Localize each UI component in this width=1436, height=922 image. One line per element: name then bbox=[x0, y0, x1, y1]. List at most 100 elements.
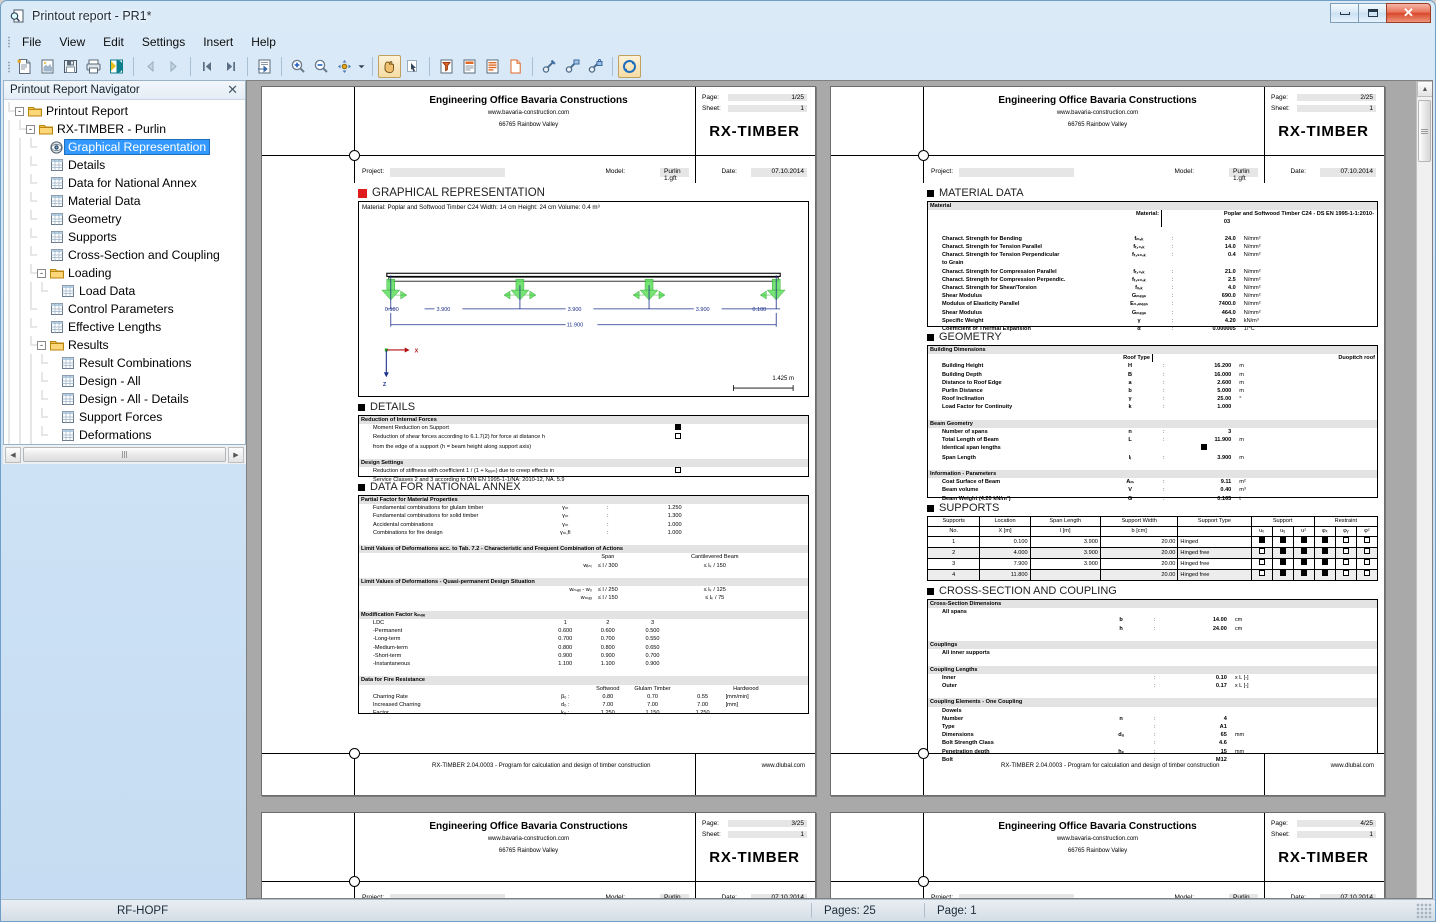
annex-table-wrap[interactable]: Partial Factor for Material Properties Fu… bbox=[358, 495, 809, 716]
checkbox-unchecked-icon[interactable] bbox=[674, 433, 681, 440]
refresh-icon[interactable] bbox=[618, 55, 641, 78]
tree-item-graphical-representation[interactable]: Graphical Representation bbox=[4, 138, 245, 156]
checkbox-checked-icon[interactable] bbox=[1279, 559, 1286, 565]
save-report-icon[interactable] bbox=[59, 55, 82, 78]
checkbox-checked-icon[interactable] bbox=[1300, 570, 1307, 576]
crosssection-table-wrap[interactable]: Cross-Section Dimensions All spans b: 14.00… bbox=[927, 599, 1378, 763]
hand-tool-icon[interactable] bbox=[378, 55, 401, 78]
checkbox-unchecked-icon[interactable] bbox=[1363, 559, 1370, 565]
checkbox-unchecked-icon[interactable] bbox=[1342, 570, 1349, 576]
tree-item-effective-lengths[interactable]: Effective Lengths bbox=[4, 318, 245, 336]
blank-page-icon[interactable] bbox=[504, 55, 527, 78]
print-icon[interactable] bbox=[82, 55, 105, 78]
checkbox-unchecked-icon[interactable] bbox=[1342, 559, 1349, 565]
menu-settings[interactable]: Settings bbox=[133, 32, 194, 52]
scroll-left-button[interactable]: ◀ bbox=[5, 446, 21, 463]
checkbox-checked-icon[interactable] bbox=[1300, 559, 1307, 565]
tree-item-deformations[interactable]: Deformations bbox=[4, 426, 245, 444]
document-viewport[interactable]: Engineering Office Bavaria Constructions… bbox=[246, 80, 1433, 899]
report-page-1[interactable]: Engineering Office Bavaria Constructions… bbox=[261, 86, 816, 796]
open-report-icon[interactable] bbox=[36, 55, 59, 78]
tree-item-design-all[interactable]: Design - All bbox=[4, 372, 245, 390]
tree-item-material-data[interactable]: Material Data bbox=[4, 192, 245, 210]
menu-insert[interactable]: Insert bbox=[194, 32, 242, 52]
tree-item-data-for-national-annex[interactable]: Data for National Annex bbox=[4, 174, 245, 192]
tree-item-supports[interactable]: Supports bbox=[4, 228, 245, 246]
tree-expander[interactable]: - bbox=[15, 106, 24, 116]
tree-item-result-combinations[interactable]: Result Combinations bbox=[4, 354, 245, 372]
checkbox-checked-icon[interactable] bbox=[1258, 537, 1265, 543]
tree-expander[interactable]: - bbox=[37, 340, 46, 350]
checkbox-checked-icon[interactable] bbox=[1279, 537, 1286, 543]
tree-item-loading[interactable]: - Loading bbox=[4, 264, 245, 282]
checkbox-unchecked-icon[interactable] bbox=[1363, 570, 1370, 576]
tree-expander[interactable]: - bbox=[37, 268, 46, 278]
support-row[interactable]: 3 7.900 3.900 20.00 Hinged free bbox=[926, 558, 1379, 570]
print-preview-icon[interactable] bbox=[105, 55, 128, 78]
checkbox-unchecked-icon[interactable] bbox=[1363, 537, 1370, 543]
first-page-icon[interactable] bbox=[196, 55, 219, 78]
previous-icon[interactable] bbox=[139, 55, 162, 78]
new-report-icon[interactable] bbox=[13, 55, 36, 78]
checkbox-unchecked-icon[interactable] bbox=[1342, 537, 1349, 543]
checkbox-unchecked-icon[interactable] bbox=[1363, 548, 1370, 554]
checkbox-unchecked-icon[interactable] bbox=[674, 467, 681, 474]
tree-item-printout-report[interactable]: - Printout Report bbox=[4, 102, 245, 120]
link-add-icon[interactable] bbox=[561, 55, 584, 78]
page-setup-icon[interactable] bbox=[458, 55, 481, 78]
scroll-up-button[interactable]: ▲ bbox=[1417, 81, 1432, 97]
support-row[interactable]: 2 4.000 3.900 20.00 Hinged free bbox=[926, 547, 1379, 559]
details-table-wrap[interactable]: Reduction of Internal Forces Moment Reduc… bbox=[358, 415, 809, 483]
checkbox-checked-icon[interactable] bbox=[1201, 444, 1208, 451]
checkbox-checked-icon[interactable] bbox=[1321, 570, 1328, 576]
close-button[interactable]: ✕ bbox=[1386, 3, 1431, 23]
menu-view[interactable]: View bbox=[50, 32, 94, 52]
checkbox-checked-icon[interactable] bbox=[1279, 548, 1286, 554]
support-row[interactable]: 1 0.100 3.900 20.00 Hinged bbox=[926, 536, 1379, 548]
menu-edit[interactable]: Edit bbox=[94, 32, 133, 52]
document-vscrollbar[interactable]: ▲ bbox=[1416, 81, 1432, 898]
supports-table[interactable]: Supports Location Span Length Support Width… bbox=[926, 516, 1379, 581]
export-icon[interactable] bbox=[253, 55, 276, 78]
hscroll-thumb[interactable] bbox=[23, 447, 226, 462]
menu-help[interactable]: Help bbox=[242, 32, 285, 52]
checkbox-checked-icon[interactable] bbox=[674, 424, 681, 431]
tree-item-control-parameters[interactable]: Control Parameters bbox=[4, 300, 245, 318]
checkbox-unchecked-icon[interactable] bbox=[1258, 548, 1265, 554]
checkbox-unchecked-icon[interactable] bbox=[1342, 548, 1349, 554]
select-tool-icon[interactable] bbox=[401, 55, 424, 78]
zoom-in-icon[interactable] bbox=[287, 55, 310, 78]
tree-item-rx-timber-purlin[interactable]: - RX-TIMBER - Purlin bbox=[4, 120, 245, 138]
tree-item-details[interactable]: Details bbox=[4, 156, 245, 174]
tree-item-results[interactable]: - Results bbox=[4, 336, 245, 354]
pan-mode-icon[interactable] bbox=[333, 55, 356, 78]
link-icon[interactable] bbox=[538, 55, 561, 78]
link-lock-icon[interactable] bbox=[584, 55, 607, 78]
checkbox-checked-icon[interactable] bbox=[1321, 537, 1328, 543]
zoom-out-icon[interactable] bbox=[310, 55, 333, 78]
tree-item-support-forces[interactable]: Support Forces bbox=[4, 408, 245, 426]
report-page-2[interactable]: Engineering Office Bavaria Constructions… bbox=[830, 86, 1385, 796]
geometry-table-wrap[interactable]: Building Dimensions Roof Type Duopitch roo… bbox=[927, 345, 1378, 502]
report-tree[interactable]: - Printout Report - RX-TIMBER - Purlin Graph… bbox=[4, 100, 245, 444]
close-icon[interactable]: ✕ bbox=[224, 82, 241, 98]
material-table-wrap[interactable]: Material Material: Poplar and Softwood Tim… bbox=[927, 201, 1378, 332]
tree-expander[interactable]: - bbox=[26, 124, 35, 134]
checkbox-checked-icon[interactable] bbox=[1321, 559, 1328, 565]
checkbox-checked-icon[interactable] bbox=[1300, 537, 1307, 543]
checkbox-unchecked-icon[interactable] bbox=[1258, 559, 1265, 565]
tree-item-load-data[interactable]: Load Data bbox=[4, 282, 245, 300]
report-page-4[interactable]: Engineering Office Bavaria Constructions… bbox=[830, 812, 1385, 898]
graphical-representation-figure[interactable]: Material: Poplar and Softwood Timber C24… bbox=[358, 201, 809, 397]
filter-icon[interactable] bbox=[435, 55, 458, 78]
chevron-down-icon[interactable] bbox=[356, 55, 367, 78]
next-icon[interactable] bbox=[162, 55, 185, 78]
minimize-button[interactable] bbox=[1330, 3, 1359, 23]
checkbox-unchecked-icon[interactable] bbox=[1258, 570, 1265, 576]
tree-item-geometry[interactable]: Geometry bbox=[4, 210, 245, 228]
tree-item-design-all-details[interactable]: Design - All - Details bbox=[4, 390, 245, 408]
navigator-hscrollbar[interactable]: ◀ ▶ bbox=[3, 445, 246, 464]
report-page-3[interactable]: Engineering Office Bavaria Constructions… bbox=[261, 812, 816, 898]
scroll-right-button[interactable]: ▶ bbox=[228, 446, 244, 463]
vscroll-thumb[interactable] bbox=[1418, 100, 1431, 162]
